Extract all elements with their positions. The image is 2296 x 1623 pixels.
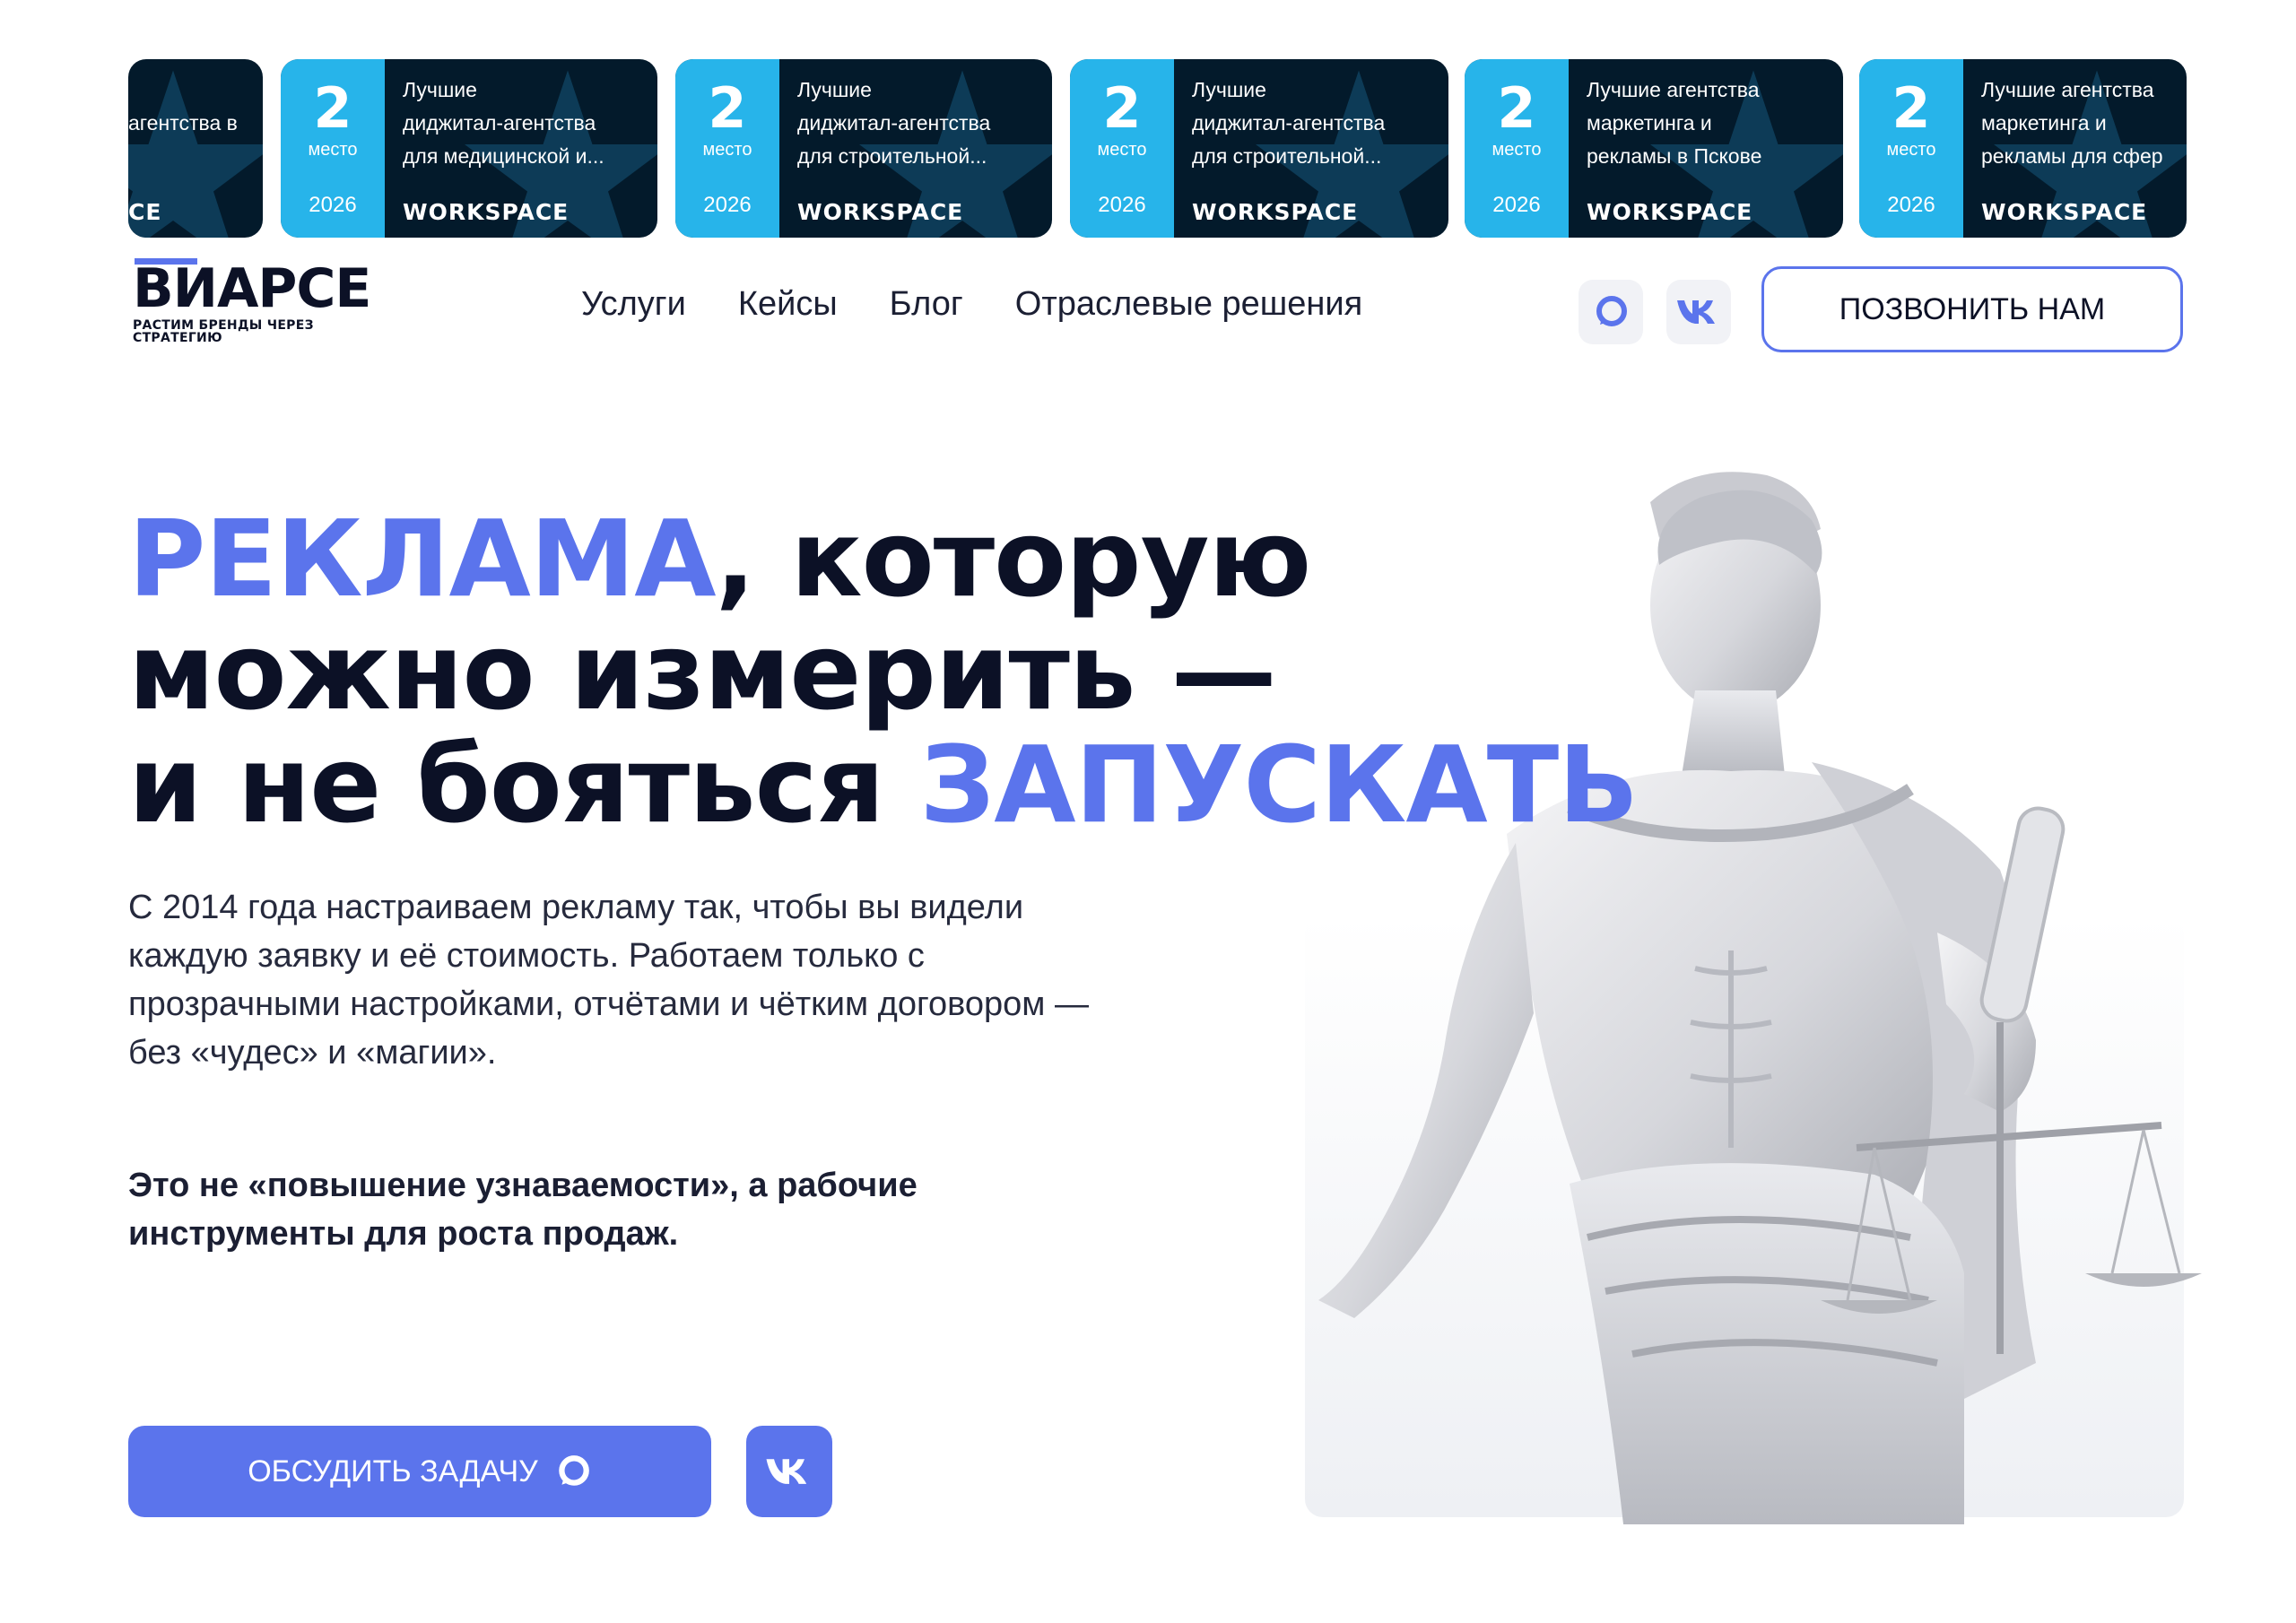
award-badge[interactable]: 2 место 2026 Лучшие диджитал-агентства д… [281,59,657,238]
award-badge[interactable]: 2 место 2026 Лучшие агентства маркетинга… [1859,59,2187,238]
hero-title-accent: ЗАПУСКАТЬ [919,723,1639,846]
award-place: 2 [1102,75,1142,141]
award-badge[interactable]: 2 место 2026 Лучшие диджитал-агентства д… [1070,59,1448,238]
max-messenger-icon [1596,296,1627,326]
award-desc-line: диджитал-агентства [403,111,596,135]
award-desc-line: рекламы для сфер [1981,144,2163,168]
award-desc-line: Лучшие [1192,78,1266,101]
award-brand: WORKSPACE [1587,199,1753,225]
award-brand: WORKSPACE [403,199,570,225]
call-us-button[interactable]: ПОЗВОНИТЬ НАМ [1761,266,2183,352]
award-year: 2026 [1492,193,1541,217]
award-desc-line: Лучшие [403,78,477,101]
award-desc-line: Лучшие агентства [1981,78,2154,101]
nav-item-blog[interactable]: Блог [890,285,963,324]
award-desc-line: для медицинской и... [403,144,604,168]
hero-title-text: , которую [715,497,1312,621]
award-badge[interactable]: 2 место 2026 Лучшие диджитал-агентства д… [675,59,1052,238]
vk-icon [766,1459,807,1484]
discuss-task-button[interactable]: ОБСУДИТЬ ЗАДАЧУ [128,1426,711,1517]
award-brand: WORKSPACE [797,199,964,225]
nav-item-services[interactable]: Услуги [581,285,686,324]
award-place: 2 [1892,75,1931,141]
vk-button[interactable] [1666,280,1731,344]
hero-title-text: и не бояться [128,723,920,846]
award-brand: WORKSPACE [1192,199,1359,225]
vk-cta-button[interactable] [746,1426,832,1517]
nav-item-cases[interactable]: Кейсы [738,285,838,324]
award-desc: агентства в [128,111,238,135]
award-place-label: место [1097,140,1147,160]
award-desc-line: маркетинга и [1981,111,2107,135]
logo-tagline: РАСТИМ БРЕНДЫ ЧЕРЕЗ СТРАТЕГИЮ [133,318,314,345]
award-desc-line: для строительной... [1192,144,1382,168]
award-place-label: место [1492,140,1542,160]
award-desc-line: маркетинга и [1587,111,1712,135]
award-badge[interactable]: 2 место 2026 Лучшие агентства маркетинга… [1465,59,1843,238]
award-place-label: место [308,140,358,160]
max-messenger-button[interactable] [1578,280,1643,344]
award-desc-line: Лучшие агентства [1587,78,1760,101]
max-messenger-icon [559,1455,589,1486]
hero-title-text: можно измерить — [128,610,1277,733]
award-place: 2 [313,75,352,141]
award-desc-line: Лучшие [797,78,872,101]
vk-icon [1677,300,1715,324]
award-place: 2 [1497,75,1536,141]
hero-lead: С 2014 года настраиваем рекламу так, что… [128,889,1089,1072]
main-nav: Услуги Кейсы Блог Отраслевые решения [581,285,1362,324]
cta-label: ОБСУДИТЬ ЗАДАЧУ [248,1454,538,1488]
award-desc-line: рекламы в Пскове [1587,144,1762,168]
award-brand: CE [128,199,162,225]
award-place-label: место [702,140,752,160]
award-place-label: место [1886,140,1936,160]
nav-item-industry-solutions[interactable]: Отраслевые решения [1015,285,1362,324]
hero-lead-strong: Это не «повышение узнаваемости», а рабоч… [128,1167,918,1253]
award-year: 2026 [309,193,357,217]
award-desc-line: диджитал-агентства [1192,111,1386,135]
hero-title-accent: РЕКЛАМА [128,497,717,621]
award-place: 2 [708,75,747,141]
award-desc-line: диджитал-агентства [797,111,991,135]
award-year: 2026 [1098,193,1146,217]
award-year: 2026 [703,193,752,217]
logo-wordmark: ВИАРСЕ [133,257,371,320]
award-year: 2026 [1887,193,1935,217]
site-logo[interactable]: ВИАРСЕ РАСТИМ БРЕНДЫ ЧЕРЕЗ СТРАТЕГИЮ [133,257,371,345]
hero-title: РЕКЛАМА, которую можно измерить — и не б… [128,502,1639,841]
award-badge-partial[interactable]: агентства в CE [128,59,263,238]
awards-strip: агентства в CE 2 место 2026 Лучшие диджи… [128,59,2187,238]
award-desc-line: для строительной... [797,144,987,168]
award-brand: WORKSPACE [1981,199,2148,225]
